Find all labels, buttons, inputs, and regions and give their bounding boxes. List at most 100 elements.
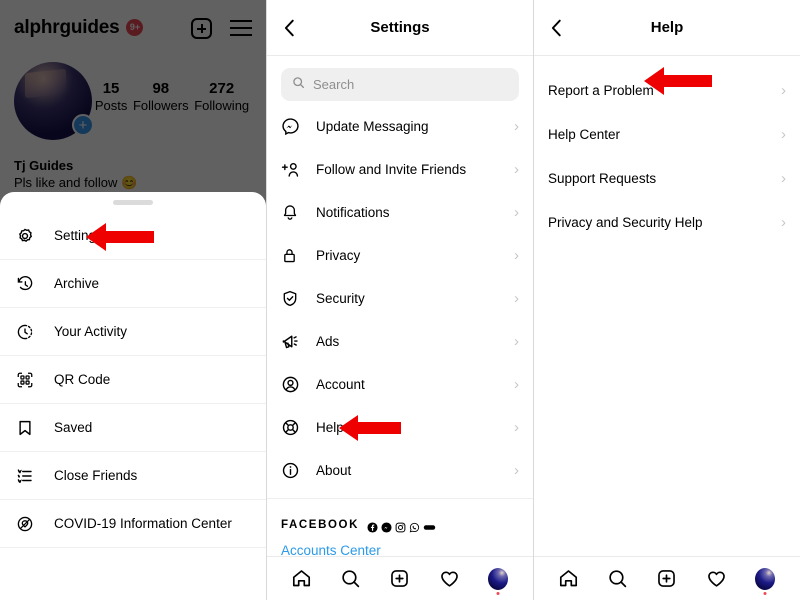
three-panel-screenshot-strip: alphrguides 9+ .ig-user{} document.query…: [0, 0, 800, 600]
chevron-right-icon: ›: [514, 462, 519, 479]
bottom-tabbar: [534, 556, 800, 600]
add-person-icon: [281, 160, 303, 179]
help-item-support-requests[interactable]: Support Requests ›: [534, 156, 800, 200]
help-item-privacy-and-security-help[interactable]: Privacy and Security Help ›: [534, 200, 800, 244]
chevron-right-icon: ›: [514, 204, 519, 221]
page-title: Help: [650, 19, 684, 36]
help-header: Help: [534, 0, 800, 56]
sheet-item-your-activity[interactable]: Your Activity: [0, 308, 266, 356]
help-item-label: Help Center: [548, 126, 621, 142]
facebook-label-row: FACEBOOK: [281, 519, 519, 533]
sheet-item-settings[interactable]: Settings: [0, 212, 266, 260]
chevron-left-icon[interactable]: [279, 17, 301, 39]
panel-settings: Settings Search Update Messaging › Follo…: [267, 0, 534, 600]
settings-item-label: Privacy: [316, 248, 361, 263]
lock-icon: [281, 246, 303, 265]
facebook-products-block: FACEBOOK Accounts Center: [267, 505, 533, 558]
search-input[interactable]: Search: [281, 68, 519, 101]
chevron-right-icon: ›: [514, 161, 519, 178]
search-icon[interactable]: [607, 568, 629, 590]
chevron-right-icon: ›: [514, 376, 519, 393]
chevron-right-icon: ›: [781, 169, 786, 187]
bottom-tabbar: [267, 556, 533, 600]
settings-header: Settings: [267, 0, 533, 56]
shield-check-icon: [281, 289, 303, 308]
instagram-icon: [395, 520, 406, 532]
heart-icon[interactable]: [705, 568, 727, 590]
search-icon[interactable]: [340, 568, 362, 590]
sheet-grabber-handle[interactable]: [113, 200, 153, 205]
sheet-menu-list: Settings Archive Your Activity QR Code S…: [0, 212, 266, 548]
chevron-right-icon: ›: [514, 290, 519, 307]
sheet-item-label: QR Code: [54, 372, 111, 387]
chevron-right-icon: ›: [781, 125, 786, 143]
profile-avatar-image: [488, 567, 509, 590]
add-post-icon[interactable]: [656, 568, 678, 590]
sheet-item-close-friends[interactable]: Close Friends: [0, 452, 266, 500]
facebook-family-icons: [367, 520, 436, 533]
account-circle-icon: [281, 375, 303, 394]
chevron-right-icon: ›: [781, 213, 786, 231]
settings-item-ads[interactable]: Ads ›: [267, 320, 533, 363]
qr-code-icon: [16, 371, 42, 389]
section-divider: [267, 498, 533, 499]
search-placeholder: Search: [313, 77, 355, 92]
whatsapp-icon: [409, 520, 420, 532]
chevron-right-icon: ›: [514, 118, 519, 135]
profile-avatar[interactable]: [487, 567, 509, 590]
settings-item-label: Ads: [316, 334, 340, 349]
sheet-item-label: COVID-19 Information Center: [54, 516, 232, 531]
sheet-item-qr-code[interactable]: QR Code: [0, 356, 266, 404]
settings-list: Update Messaging › Follow and Invite Fri…: [267, 105, 533, 492]
settings-item-update-messaging[interactable]: Update Messaging ›: [267, 105, 533, 148]
settings-item-label: Follow and Invite Friends: [316, 162, 467, 177]
settings-item-label: Notifications: [316, 205, 390, 220]
settings-item-security[interactable]: Security ›: [267, 277, 533, 320]
help-item-label: Report a Problem: [548, 82, 654, 98]
profile-avatar-image: [755, 567, 776, 590]
sheet-item-label: Archive: [54, 276, 100, 291]
sheet-item-saved[interactable]: Saved: [0, 404, 266, 452]
life-ring-icon: [281, 418, 303, 437]
help-item-report-a-problem[interactable]: Report a Problem ›: [534, 68, 800, 112]
chevron-right-icon: ›: [514, 333, 519, 350]
page-title: Settings: [370, 19, 430, 36]
chevron-right-icon: ›: [514, 247, 519, 264]
messenger-icon: [381, 520, 392, 533]
bookmark-icon: [16, 419, 42, 437]
profile-avatar[interactable]: [754, 567, 776, 590]
sheet-item-label: Saved: [54, 420, 93, 435]
chevron-left-icon[interactable]: [546, 17, 568, 39]
home-icon[interactable]: [558, 568, 580, 590]
profile-options-bottom-sheet: Settings Archive Your Activity QR Code S…: [0, 192, 266, 600]
search-icon: [292, 76, 305, 94]
sheet-item-archive[interactable]: Archive: [0, 260, 266, 308]
gear-icon: [16, 227, 42, 245]
settings-item-account[interactable]: Account ›: [267, 363, 533, 406]
settings-item-label: Help: [316, 420, 344, 435]
sheet-item-label: Settings: [54, 228, 103, 243]
help-item-help-center[interactable]: Help Center ›: [534, 112, 800, 156]
panel-help: Help Report a Problem › Help Center › Su…: [534, 0, 800, 600]
help-item-label: Privacy and Security Help: [548, 214, 703, 230]
portal-icon: [423, 520, 436, 531]
sheet-item-label: Your Activity: [54, 324, 128, 339]
activity-clock-icon: [16, 323, 42, 341]
settings-item-label: Security: [316, 291, 365, 306]
sheet-item-covid-info[interactable]: COVID-19 Information Center: [0, 500, 266, 548]
megaphone-icon: [281, 332, 303, 351]
heart-icon[interactable]: [438, 568, 460, 590]
settings-item-help[interactable]: Help ›: [267, 406, 533, 449]
settings-item-about[interactable]: About ›: [267, 449, 533, 492]
facebook-icon: [367, 520, 378, 533]
add-post-icon[interactable]: [389, 568, 411, 590]
chevron-right-icon: ›: [781, 81, 786, 99]
sheet-item-label: Close Friends: [54, 468, 138, 483]
settings-item-label: Account: [316, 377, 365, 392]
settings-item-follow-invite-friends[interactable]: Follow and Invite Friends ›: [267, 148, 533, 191]
settings-item-notifications[interactable]: Notifications ›: [267, 191, 533, 234]
home-icon[interactable]: [291, 568, 313, 590]
panel-profile-with-menu: alphrguides 9+ .ig-user{} document.query…: [0, 0, 267, 600]
chevron-right-icon: ›: [514, 419, 519, 436]
settings-item-privacy[interactable]: Privacy ›: [267, 234, 533, 277]
